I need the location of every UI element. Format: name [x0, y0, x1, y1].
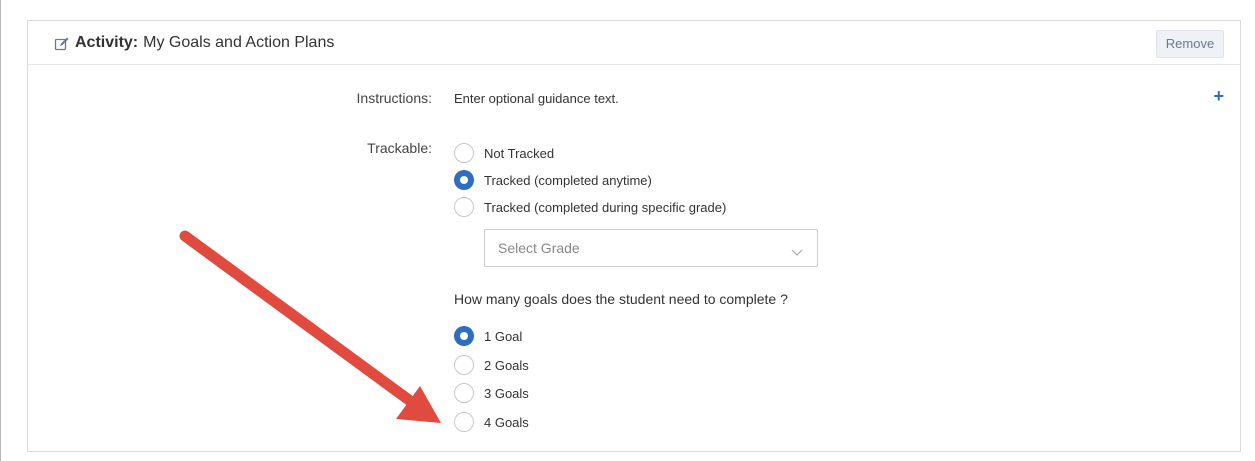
instructions-label: Instructions: — [356, 90, 432, 106]
radio-4-goals[interactable]: 4 Goals — [454, 412, 529, 432]
radio-button[interactable] — [454, 412, 474, 432]
radio-label: 2 Goals — [484, 357, 529, 373]
instructions-text[interactable]: Enter optional guidance text. — [454, 91, 619, 106]
grade-select-value: Select Grade — [498, 240, 580, 256]
radio-label: 4 Goals — [484, 414, 529, 430]
header-title-prefix: Activity: — [75, 33, 139, 51]
radio-button[interactable] — [454, 197, 474, 217]
radio-not-tracked[interactable]: Not Tracked — [454, 143, 554, 163]
page: Activity: My Goals and Action Plans Remo… — [0, 0, 1255, 461]
radio-button[interactable] — [454, 383, 474, 403]
radio-tracked-anytime[interactable]: Tracked (completed anytime) — [454, 170, 652, 190]
plus-icon[interactable]: + — [1213, 87, 1224, 105]
goals-question: How many goals does the student need to … — [454, 291, 788, 307]
radio-1-goal[interactable]: 1 Goal — [454, 326, 522, 346]
radio-button[interactable] — [454, 143, 474, 163]
remove-button[interactable]: Remove — [1156, 30, 1224, 58]
radio-2-goals[interactable]: 2 Goals — [454, 355, 529, 375]
grade-select[interactable]: Select Grade — [484, 229, 818, 267]
radio-label: 1 Goal — [484, 328, 523, 344]
panel-header: Activity: My Goals and Action Plans Remo… — [28, 21, 1240, 65]
radio-label: 3 Goals — [484, 385, 529, 401]
radio-3-goals[interactable]: 3 Goals — [454, 383, 529, 403]
radio-label: Not Tracked — [484, 145, 555, 161]
chevron-down-icon — [791, 244, 803, 262]
activity-panel: Activity: My Goals and Action Plans Remo… — [27, 20, 1241, 452]
edit-icon[interactable] — [54, 36, 70, 52]
radio-button[interactable] — [454, 355, 474, 375]
radio-label: Tracked (completed anytime) — [484, 172, 652, 188]
header-title: My Goals and Action Plans — [143, 33, 335, 51]
trackable-label: Trackable: — [367, 140, 432, 156]
radio-label: Tracked (completed during specific grade… — [484, 199, 727, 215]
radio-button-selected[interactable] — [454, 170, 474, 190]
radio-tracked-specific-grade[interactable]: Tracked (completed during specific grade… — [454, 197, 726, 217]
radio-button-selected[interactable] — [454, 326, 474, 346]
